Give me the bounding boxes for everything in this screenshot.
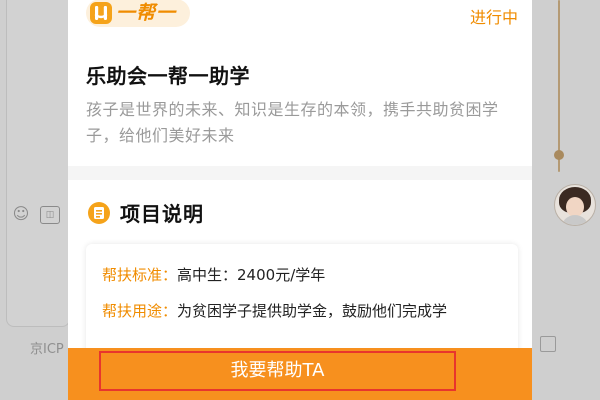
status-badge: 进行中 xyxy=(469,8,518,27)
project-modal: 一帮一 进行中 乐助会一帮一助学 孩子是世界的未来、知识是生存的本领，携手共助贫… xyxy=(68,0,532,400)
info-value: 高中生：2400元/学年 xyxy=(177,266,326,284)
description-line: 孩子是世界的未来、知识是生存的本领，携手共助贫困学 xyxy=(86,100,499,119)
emoji-icon: ☺ xyxy=(12,204,30,223)
project-card: 一帮一 进行中 乐助会一帮一助学 孩子是世界的未来、知识是生存的本领，携手共助贫… xyxy=(68,0,532,166)
info-value: 为贫困学子提供助学金，鼓励他们完成学 xyxy=(177,302,448,320)
project-title: 乐助会一帮一助学 xyxy=(86,64,250,88)
info-row-usage: 帮扶用途：为贫困学子提供助学金，鼓励他们完成学 xyxy=(102,300,447,321)
project-tag: 一帮一 xyxy=(86,0,190,27)
cta-bar: 我要帮助TA xyxy=(68,348,532,400)
image-icon: ◫ xyxy=(40,206,60,224)
help-button[interactable]: 我要帮助TA xyxy=(99,351,456,391)
document-icon xyxy=(88,202,110,224)
project-description: 孩子是世界的未来、知识是生存的本领，携手共助贫困学 子，给他们美好未来 xyxy=(86,97,514,149)
info-label: 帮扶标准： xyxy=(102,266,178,284)
background-left-panel xyxy=(6,0,70,327)
icp-text: 京ICP xyxy=(30,342,64,357)
tag-label: 一帮一 xyxy=(116,2,177,24)
info-label: 帮扶用途： xyxy=(102,302,178,320)
avatar[interactable] xyxy=(554,184,596,226)
square-icon xyxy=(540,336,556,352)
description-line: 子，给他们美好未来 xyxy=(86,126,235,145)
info-row-standard: 帮扶标准：高中生：2400元/学年 xyxy=(102,264,325,285)
helper-logo-icon xyxy=(90,2,112,24)
section-title: 项目说明 xyxy=(120,202,204,226)
background-figure xyxy=(548,0,572,172)
